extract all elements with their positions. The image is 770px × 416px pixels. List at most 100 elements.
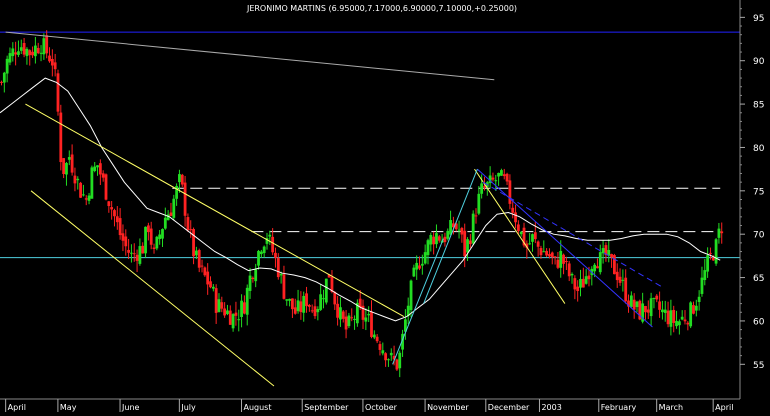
x-tick-label: May bbox=[60, 403, 77, 412]
candle-body bbox=[500, 170, 503, 176]
candle-body bbox=[412, 267, 416, 277]
candle-body bbox=[189, 229, 193, 231]
candle-body bbox=[677, 321, 681, 326]
candle-body bbox=[5, 58, 9, 74]
candle-body bbox=[350, 317, 354, 319]
candle-body bbox=[113, 210, 116, 217]
candle-body bbox=[90, 167, 94, 199]
candle-body bbox=[169, 212, 173, 216]
candle-body bbox=[138, 246, 142, 264]
candle-body bbox=[183, 182, 187, 216]
candle-body bbox=[508, 180, 512, 204]
candle-body bbox=[220, 302, 224, 309]
candle-body bbox=[279, 273, 283, 276]
candle-body bbox=[259, 251, 263, 255]
candle-body bbox=[686, 322, 690, 325]
chart-canvas: 55 60 65 70 75 80 85 90 95 April May June July August… bbox=[0, 0, 770, 412]
y-tick-label: 85 bbox=[753, 101, 764, 111]
candle-body bbox=[17, 51, 20, 55]
candle-body bbox=[146, 225, 150, 233]
y-tick-label: 75 bbox=[753, 187, 764, 197]
candle-body bbox=[115, 216, 119, 223]
candle-body bbox=[240, 300, 243, 318]
candle-body bbox=[118, 218, 122, 236]
x-tick-label: February bbox=[601, 403, 637, 412]
candle-body bbox=[194, 250, 198, 256]
x-tick-label: March bbox=[659, 403, 683, 412]
candle-body bbox=[420, 263, 424, 266]
candle-body bbox=[209, 281, 212, 288]
x-tick-label: October bbox=[365, 403, 398, 412]
candle-body bbox=[446, 230, 450, 239]
candle-body bbox=[101, 173, 105, 178]
candle-body bbox=[234, 312, 238, 316]
candle-body bbox=[155, 236, 159, 249]
candle-body bbox=[79, 182, 82, 198]
candle-body bbox=[553, 256, 557, 258]
candle-body bbox=[437, 236, 441, 241]
candle-body bbox=[178, 174, 181, 183]
candle-body bbox=[36, 47, 40, 54]
candle-body bbox=[658, 301, 661, 310]
x-tick-label: April bbox=[715, 403, 733, 412]
x-tick-label: December bbox=[488, 403, 530, 412]
candle-body bbox=[135, 254, 139, 261]
candle-body bbox=[516, 224, 520, 232]
candle-body bbox=[564, 261, 568, 263]
x-tick-label: June bbox=[121, 403, 140, 412]
x-tick-label: November bbox=[427, 403, 469, 412]
candle-body bbox=[635, 301, 639, 308]
candle-body bbox=[180, 174, 184, 185]
candle-body bbox=[276, 257, 280, 278]
candle-body bbox=[528, 243, 532, 245]
candle-body bbox=[262, 246, 266, 254]
candle-body bbox=[223, 308, 227, 316]
candle-body bbox=[494, 180, 498, 182]
candle-body bbox=[539, 248, 543, 256]
candle-body bbox=[56, 73, 60, 112]
candle-body bbox=[319, 294, 323, 310]
candle-body bbox=[584, 276, 588, 284]
candle-body bbox=[429, 235, 433, 245]
candle-body bbox=[127, 249, 130, 253]
candle-body bbox=[432, 236, 436, 245]
candle-body bbox=[644, 305, 647, 313]
candle-body bbox=[237, 319, 241, 321]
candle-body bbox=[703, 270, 707, 281]
candle-body bbox=[130, 252, 133, 254]
candle-body bbox=[28, 50, 32, 56]
candle-body bbox=[214, 288, 218, 313]
candle-body bbox=[435, 233, 438, 245]
y-tick-label: 60 bbox=[753, 317, 765, 327]
candle-body bbox=[598, 252, 602, 273]
candle-body bbox=[559, 250, 563, 268]
candle-body bbox=[197, 250, 201, 268]
candle-body bbox=[672, 309, 676, 323]
candle-body bbox=[336, 303, 340, 318]
candle-body bbox=[367, 313, 371, 316]
candle-body bbox=[398, 352, 402, 369]
candle-body bbox=[248, 275, 252, 291]
candle-body bbox=[370, 311, 373, 337]
candle-body bbox=[296, 300, 300, 312]
candle-body bbox=[514, 212, 517, 223]
x-tick-label: July bbox=[180, 403, 196, 412]
candle-body bbox=[62, 158, 66, 174]
candle-body bbox=[381, 350, 385, 354]
candle-body bbox=[324, 278, 328, 303]
y-tick-label: 90 bbox=[753, 57, 765, 67]
x-tick-label: September bbox=[304, 403, 349, 412]
candle-body bbox=[186, 217, 190, 231]
candle-body bbox=[70, 154, 74, 173]
candle-body bbox=[254, 269, 258, 282]
candle-body bbox=[82, 194, 85, 196]
candle-body bbox=[268, 234, 272, 237]
candle-body bbox=[675, 320, 678, 327]
candle-body bbox=[14, 52, 18, 55]
candle-body bbox=[533, 232, 537, 240]
candle-body bbox=[548, 254, 551, 257]
candle-body bbox=[700, 277, 704, 294]
candle-body bbox=[545, 250, 549, 256]
candle-body bbox=[59, 112, 63, 163]
candle-body bbox=[45, 35, 49, 54]
